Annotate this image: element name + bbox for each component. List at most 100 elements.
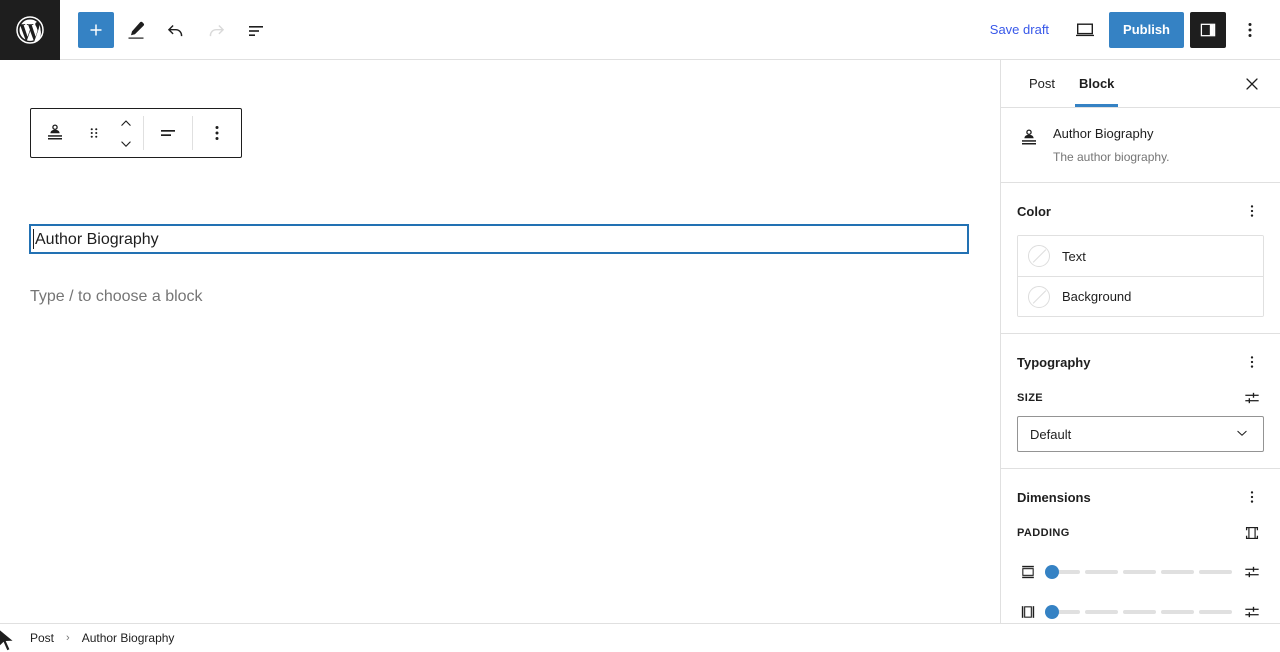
dimensions-options-button[interactable]: [1240, 485, 1264, 509]
plus-icon: [90, 24, 102, 35]
padding-vertical-slider-row: [1017, 561, 1264, 583]
move-up-button[interactable]: [109, 113, 143, 133]
author-biography-icon: [1017, 126, 1041, 150]
padding-label: PADDING: [1017, 527, 1070, 539]
publish-button[interactable]: Publish: [1109, 11, 1184, 48]
settings-sidebar-toggle-button[interactable]: [1190, 11, 1226, 48]
padding-all-sides-icon: [1245, 526, 1259, 540]
chevron-down-icon: [121, 140, 131, 147]
align-text-button[interactable]: [144, 109, 192, 157]
padding-link-sides-button[interactable]: [1240, 521, 1264, 545]
panel-color-title: Color: [1017, 203, 1051, 219]
slider-segment: [1199, 570, 1232, 574]
padding-vertical-icon: [1017, 561, 1039, 583]
selected-block-text: Author Biography: [35, 231, 159, 248]
block-more-options-button[interactable]: [193, 109, 241, 157]
breadcrumb-bar: Post › Author Biography: [0, 623, 1280, 652]
color-options-button[interactable]: [1240, 199, 1264, 223]
sliders-toggle-icon: [1245, 606, 1259, 618]
font-size-label: SIZE: [1017, 392, 1044, 404]
close-x-icon: [1246, 78, 1258, 90]
tools-mode-button[interactable]: [118, 12, 154, 48]
header-right-tools: Save draft Publish: [978, 11, 1280, 48]
tab-block[interactable]: Block: [1067, 60, 1126, 107]
preview-button[interactable]: [1067, 12, 1103, 48]
tab-post[interactable]: Post: [1017, 60, 1067, 107]
color-options-list: Text Background: [1017, 235, 1264, 317]
color-background-label: Background: [1062, 289, 1132, 304]
settings-sidebar: Post Block Author Biography The author b…: [1000, 60, 1280, 623]
redo-button[interactable]: [198, 12, 234, 48]
block-info-text: Author Biography The author biography.: [1053, 124, 1170, 166]
font-size-units-toggle-button[interactable]: [1240, 386, 1264, 410]
slider-segment: [1161, 570, 1194, 574]
no-color-swatch-icon: [1028, 285, 1050, 308]
more-options-button[interactable]: [1232, 12, 1268, 48]
add-block-button[interactable]: [78, 11, 114, 48]
color-row-background[interactable]: Background: [1018, 276, 1263, 316]
panel-color: Color Text Background: [1001, 182, 1280, 333]
sidebar-tabs: Post Block: [1001, 60, 1280, 108]
block-info-card: Author Biography The author biography.: [1001, 108, 1280, 182]
panel-typography-title: Typography: [1017, 354, 1091, 370]
panel-color-header: Color: [1017, 199, 1264, 223]
padding-horizontal-slider[interactable]: [1045, 605, 1232, 619]
breadcrumb-post[interactable]: Post: [26, 629, 58, 647]
editor-header: Save draft Publish: [0, 0, 1280, 60]
block-type-button[interactable]: [31, 109, 79, 157]
wordpress-block-editor: Save draft Publish Author Biography Type…: [0, 0, 1280, 652]
panel-dimensions: Dimensions PADDING: [1001, 468, 1280, 623]
save-draft-button[interactable]: Save draft: [978, 16, 1061, 43]
panel-typography: Typography SIZE Default: [1001, 333, 1280, 468]
selected-block-author-biography[interactable]: Author Biography: [29, 224, 969, 254]
block-description: The author biography.: [1053, 150, 1170, 164]
undo-button[interactable]: [158, 12, 194, 48]
pencil-edit-icon: [128, 21, 144, 39]
slider-segment: [1161, 610, 1194, 614]
font-size-value: Default: [1030, 426, 1072, 442]
undo-arrow-icon: [167, 24, 183, 36]
wordpress-logo-icon[interactable]: [0, 0, 60, 60]
author-biography-icon: [48, 124, 62, 140]
drag-handle-button[interactable]: [79, 109, 109, 157]
typography-options-button[interactable]: [1240, 350, 1264, 374]
chevron-down-icon: [1233, 424, 1251, 445]
font-size-label-row: SIZE: [1017, 388, 1264, 408]
padding-horizontal-slider-row: [1017, 601, 1264, 623]
options-group: [193, 109, 241, 157]
color-row-text[interactable]: Text: [1018, 236, 1263, 276]
mouse-cursor-icon: [0, 628, 16, 652]
slider-segment: [1085, 610, 1118, 614]
drag-handle-icon: [90, 128, 98, 138]
move-down-button[interactable]: [109, 134, 143, 154]
padding-vertical-slider-handle[interactable]: [1045, 565, 1059, 579]
padding-vertical-slider[interactable]: [1045, 565, 1232, 579]
panel-dimensions-header: Dimensions: [1017, 485, 1264, 509]
close-sidebar-button[interactable]: [1236, 68, 1268, 100]
more-vertical-icon: [1250, 491, 1254, 503]
breadcrumb-separator-icon: ›: [66, 632, 70, 644]
slider-segment: [1085, 570, 1118, 574]
block-movers: [109, 109, 143, 157]
list-view-button[interactable]: [238, 12, 274, 48]
slider-segment: [1123, 610, 1156, 614]
chevron-up-icon: [121, 119, 131, 126]
slider-segment: [1199, 610, 1232, 614]
editor-canvas: Author Biography Type / to choose a bloc…: [0, 60, 1000, 623]
block-type-group: [31, 109, 143, 157]
settings-sidebar-icon: [1200, 23, 1216, 36]
panel-dimensions-title: Dimensions: [1017, 489, 1091, 505]
block-title: Author Biography: [1053, 126, 1154, 141]
panel-typography-header: Typography: [1017, 350, 1264, 374]
padding-vertical-units-button[interactable]: [1240, 560, 1264, 584]
font-size-select[interactable]: Default: [1017, 416, 1264, 452]
slider-segment: [1123, 570, 1156, 574]
padding-horizontal-slider-handle[interactable]: [1045, 605, 1059, 619]
align-group: [144, 109, 192, 157]
breadcrumb-author-biography[interactable]: Author Biography: [78, 629, 179, 647]
more-vertical-icon: [1250, 205, 1254, 217]
padding-horizontal-units-button[interactable]: [1240, 600, 1264, 623]
padding-horizontal-icon: [1017, 601, 1039, 623]
empty-block-placeholder[interactable]: Type / to choose a block: [30, 285, 203, 309]
desktop-preview-icon: [1076, 22, 1095, 36]
